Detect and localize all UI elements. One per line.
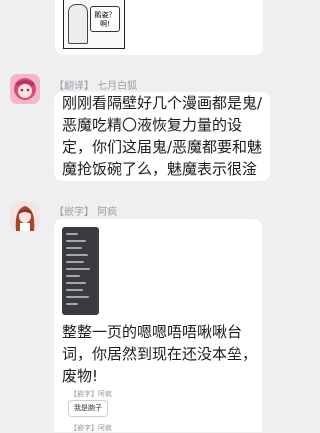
manga-panel: 鹅姿？ 啊! xyxy=(63,0,125,49)
sender-label: 【嵌字】 阿疯 xyxy=(54,203,117,218)
sender-tag: 【嵌字】 xyxy=(54,207,94,218)
avatar[interactable] xyxy=(10,74,40,104)
avatar[interactable] xyxy=(10,201,40,231)
avatar-pink-hair-icon xyxy=(10,74,40,104)
manga-speech-bubble: 鹅姿？ 啊! xyxy=(90,6,120,32)
message-text: 刚刚看隔壁好几个漫画都是鬼/恶魔吃精〇液恢复力量的设定，你们这届鬼/恶魔都要和魅… xyxy=(62,94,263,178)
avatar-red-hair-girl-icon xyxy=(10,201,40,231)
sender-tag: 【翻译】 xyxy=(54,81,94,92)
message-bubble[interactable]: 刚刚看隔壁好几个漫画都是鬼/恶魔吃精〇液恢复力量的设定，你们这届鬼/恶魔都要和魅… xyxy=(54,92,270,181)
message-text: 整整一页的嗯嗯唔唔啾啾台词，你居然到现在还没本垒，废物! xyxy=(62,323,258,385)
quoted-card[interactable]: 我是腕子 xyxy=(68,400,108,417)
quoted-sender: 【嵌字】阿疯 xyxy=(70,390,112,398)
sender-label: 【翻译】 七月白狐 xyxy=(54,77,137,92)
screenshot-image[interactable] xyxy=(62,227,99,315)
sender-name: 阿疯 xyxy=(97,207,118,218)
manga-figure xyxy=(68,4,88,44)
comic-image-message[interactable]: 鹅姿？ 啊! xyxy=(55,0,263,55)
sender-name: 七月白狐 xyxy=(97,81,138,92)
